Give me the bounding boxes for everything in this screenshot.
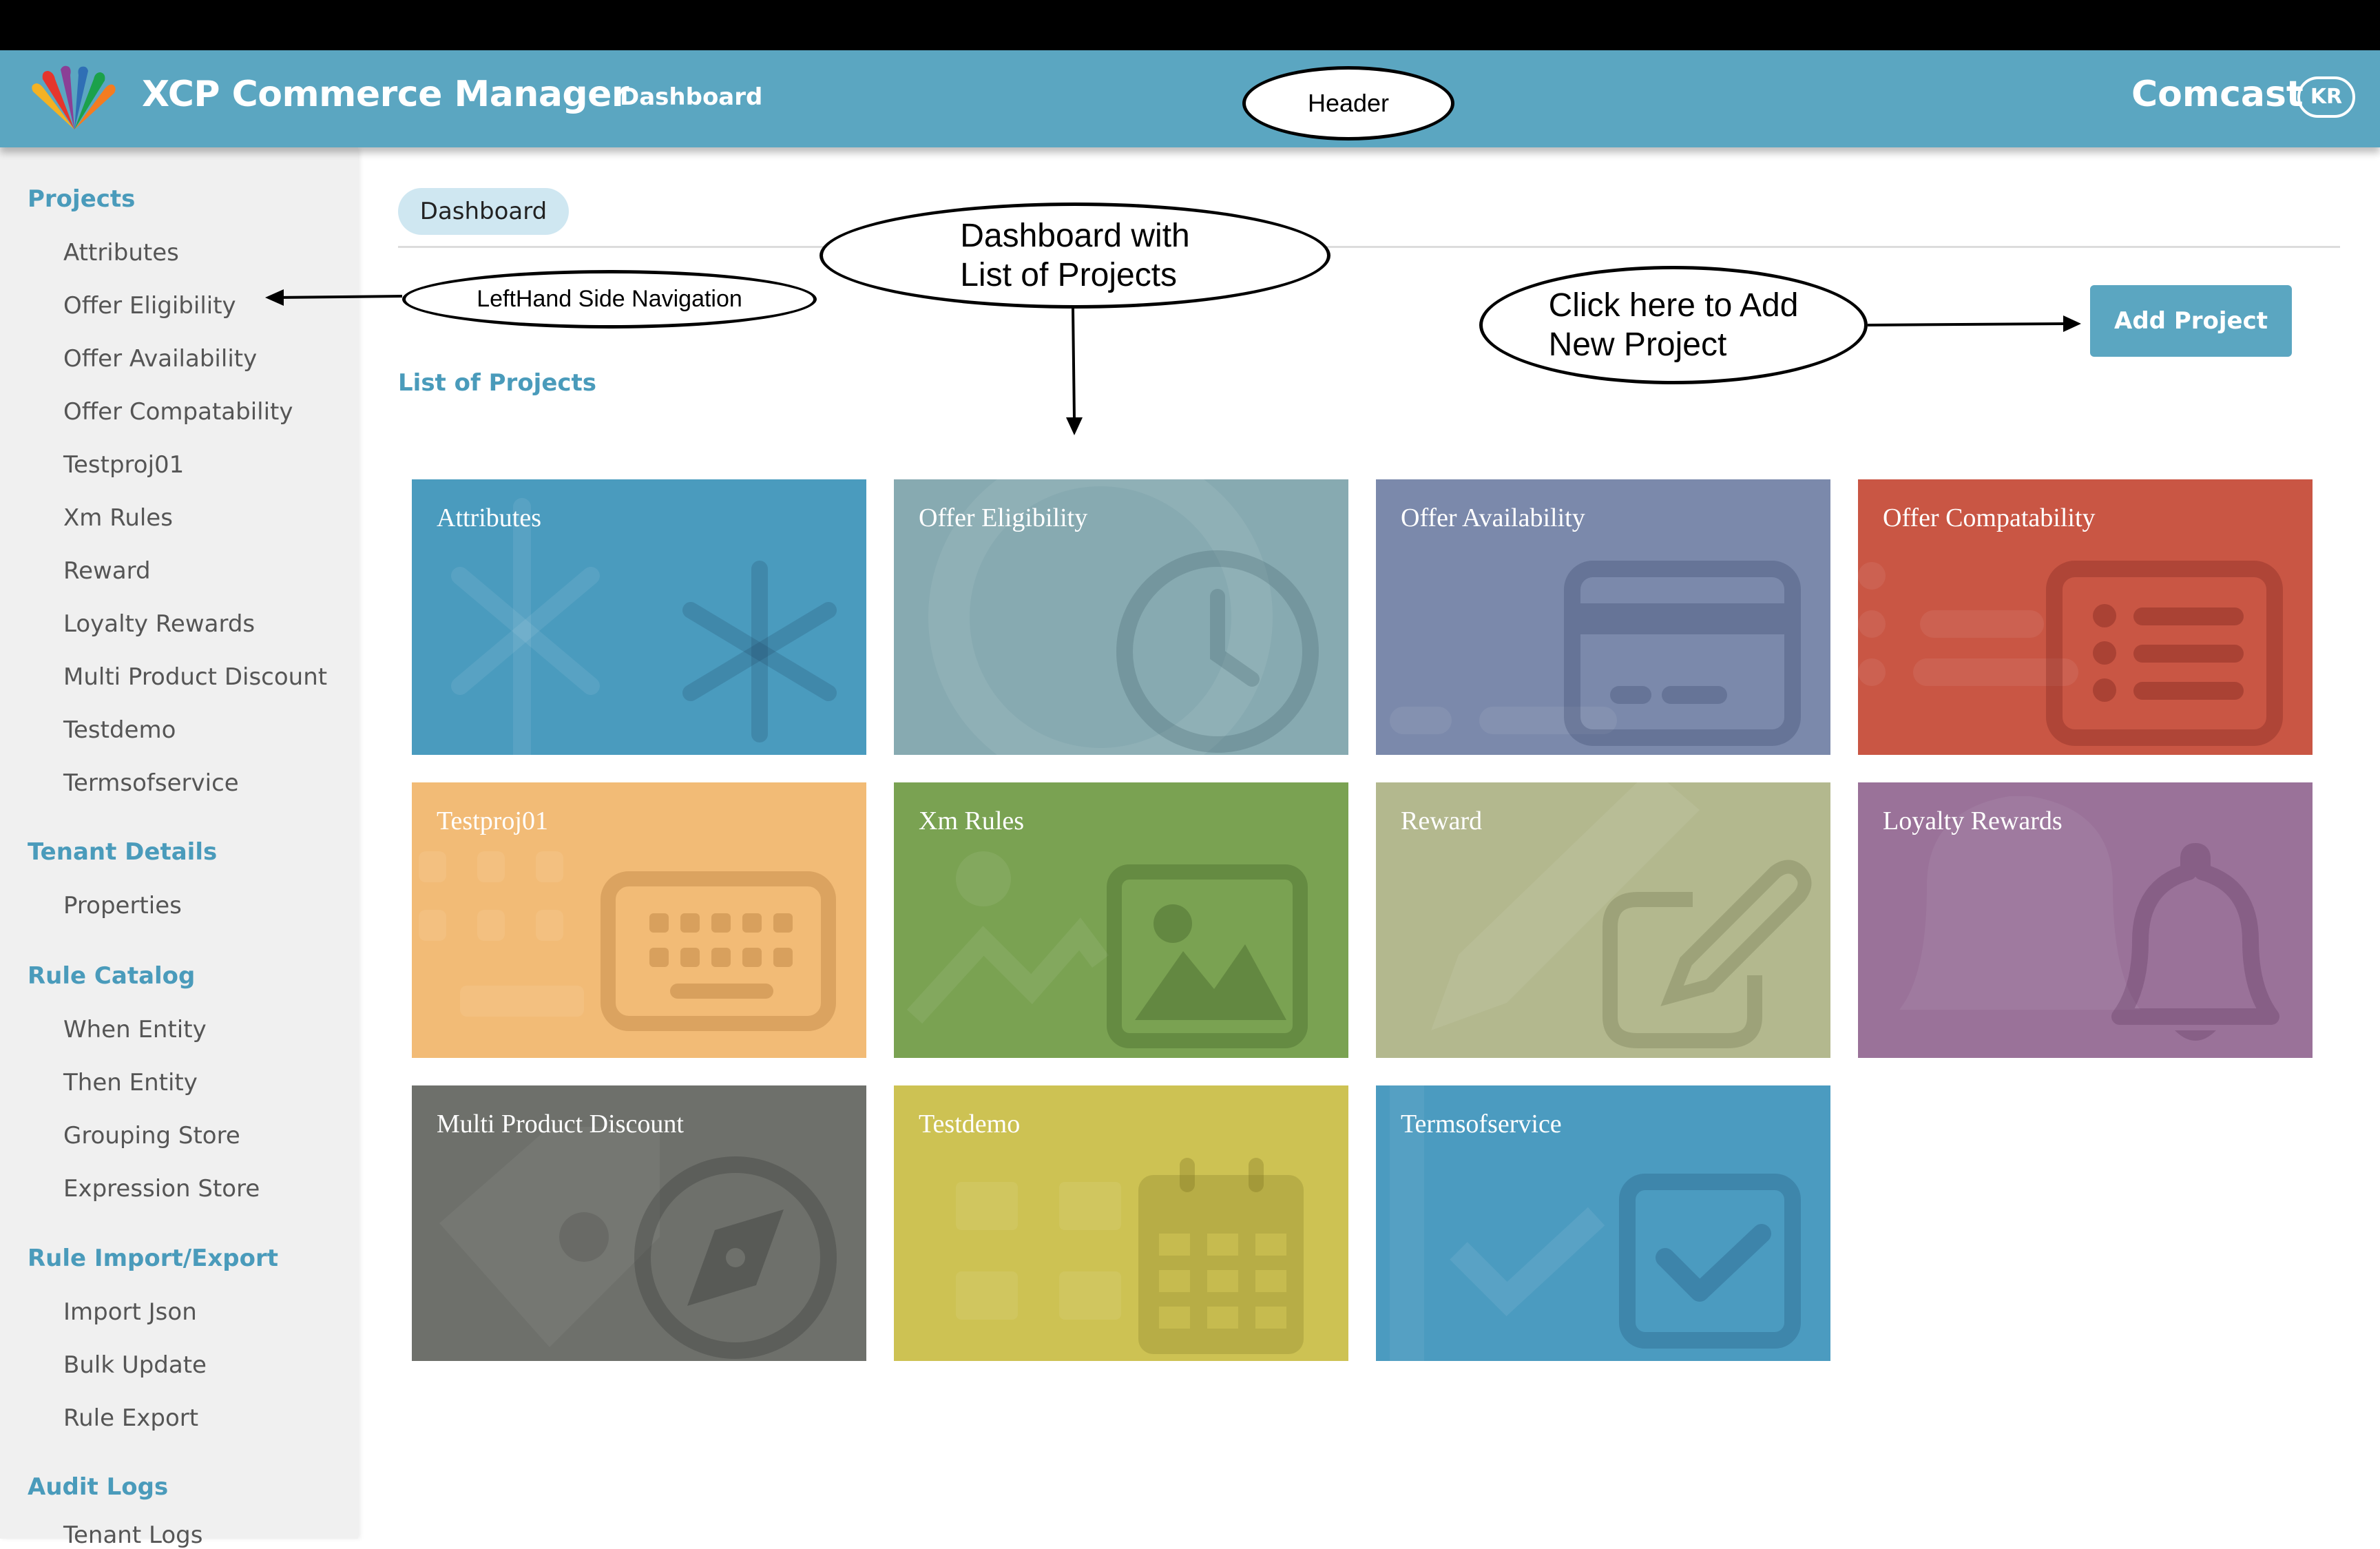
- project-tile-xm-rules[interactable]: Xm Rules: [894, 782, 1348, 1058]
- project-tile-reward[interactable]: Reward: [1376, 782, 1830, 1058]
- sidebar-item-xm-rules[interactable]: Xm Rules: [63, 504, 173, 532]
- sidebar-item-termsofservice[interactable]: Termsofservice: [63, 769, 239, 797]
- sidebar-section-rule-catalog[interactable]: Rule Catalog: [28, 962, 195, 990]
- left-sidebar: Projects Attributes Offer Eligibility Of…: [0, 147, 358, 1549]
- sidebar-section-tenant-details[interactable]: Tenant Details: [28, 838, 217, 866]
- tile-title: Testproj01: [437, 807, 548, 835]
- annotation-left-nav: LeftHand Side Navigation: [402, 270, 817, 329]
- add-project-button[interactable]: Add Project: [2090, 285, 2292, 357]
- annotation-add-project: Click here to Add New Project: [1479, 266, 1868, 384]
- app-title: XCP Commerce Manager: [142, 74, 629, 115]
- sidebar-item-loyalty-rewards[interactable]: Loyalty Rewards: [63, 610, 255, 638]
- tile-title: Termsofservice: [1401, 1110, 1562, 1139]
- sidebar-section-rule-import-export[interactable]: Rule Import/Export: [28, 1245, 278, 1272]
- sidebar-item-attributes[interactable]: Attributes: [63, 239, 179, 267]
- project-tile-offer-availability[interactable]: Offer Availability: [1376, 479, 1830, 755]
- project-tile-multi-product-discount[interactable]: Multi Product Discount: [412, 1085, 866, 1361]
- sidebar-item-then-entity[interactable]: Then Entity: [63, 1069, 198, 1096]
- app-header: XCP Commerce Manager Dashboard Comcast K…: [0, 50, 2380, 147]
- tile-title: Loyalty Rewards: [1883, 807, 2063, 835]
- nav-dashboard-link[interactable]: Dashboard: [620, 83, 762, 111]
- project-tile-testdemo[interactable]: Testdemo: [894, 1085, 1348, 1361]
- sidebar-section-projects[interactable]: Projects: [28, 185, 135, 213]
- annotation-header: Header: [1242, 66, 1454, 141]
- peacock-logo-icon[interactable]: [19, 64, 129, 133]
- tenant-name: Comcast: [2131, 74, 2304, 115]
- sidebar-item-testproj01[interactable]: Testproj01: [63, 451, 184, 479]
- tile-title: Xm Rules: [919, 807, 1025, 835]
- sidebar-section-audit-logs[interactable]: Audit Logs: [28, 1473, 168, 1501]
- tile-title: Offer Eligibility: [919, 503, 1088, 532]
- screen-top-bar: [0, 0, 2380, 50]
- tile-title: Testdemo: [919, 1110, 1021, 1139]
- tile-title: Reward: [1401, 807, 1483, 835]
- project-tile-attributes[interactable]: Attributes: [412, 479, 866, 755]
- sidebar-item-grouping-store[interactable]: Grouping Store: [63, 1122, 240, 1150]
- sidebar-item-reward[interactable]: Reward: [63, 557, 151, 585]
- sidebar-item-when-entity[interactable]: When Entity: [63, 1016, 207, 1043]
- sidebar-item-offer-eligibility[interactable]: Offer Eligibility: [63, 292, 236, 320]
- avatar[interactable]: KR: [2297, 76, 2355, 118]
- sidebar-item-testdemo[interactable]: Testdemo: [63, 716, 176, 744]
- tile-title: Attributes: [437, 503, 541, 532]
- sidebar-item-tenant-logs[interactable]: Tenant Logs: [63, 1521, 202, 1549]
- breadcrumb[interactable]: Dashboard: [398, 188, 569, 235]
- tile-title: Offer Availability: [1401, 503, 1585, 532]
- sidebar-item-rule-export[interactable]: Rule Export: [63, 1404, 198, 1432]
- sidebar-item-offer-availability[interactable]: Offer Availability: [63, 345, 257, 373]
- tile-title: Multi Product Discount: [437, 1110, 684, 1139]
- divider: [398, 246, 2340, 248]
- tile-title: Offer Compatability: [1883, 503, 2096, 532]
- sidebar-item-offer-compatability[interactable]: Offer Compatability: [63, 398, 293, 426]
- list-of-projects-title: List of Projects: [398, 369, 597, 397]
- project-tile-termsofservice[interactable]: Termsofservice: [1376, 1085, 1830, 1361]
- sidebar-item-properties[interactable]: Properties: [63, 892, 182, 919]
- project-tile-offer-eligibility[interactable]: Offer Eligibility: [894, 479, 1348, 755]
- project-tile-testproj01[interactable]: Testproj01: [412, 782, 866, 1058]
- sidebar-item-import-json[interactable]: Import Json: [63, 1298, 197, 1326]
- sidebar-item-multi-product-discount[interactable]: Multi Product Discount: [63, 663, 327, 691]
- annotation-dashboard: Dashboard with List of Projects: [820, 202, 1330, 309]
- sidebar-item-expression-store[interactable]: Expression Store: [63, 1175, 260, 1203]
- sidebar-item-bulk-update[interactable]: Bulk Update: [63, 1351, 207, 1379]
- project-tile-offer-compatability[interactable]: Offer Compatability: [1858, 479, 2313, 755]
- project-tile-loyalty-rewards[interactable]: Loyalty Rewards: [1858, 782, 2313, 1058]
